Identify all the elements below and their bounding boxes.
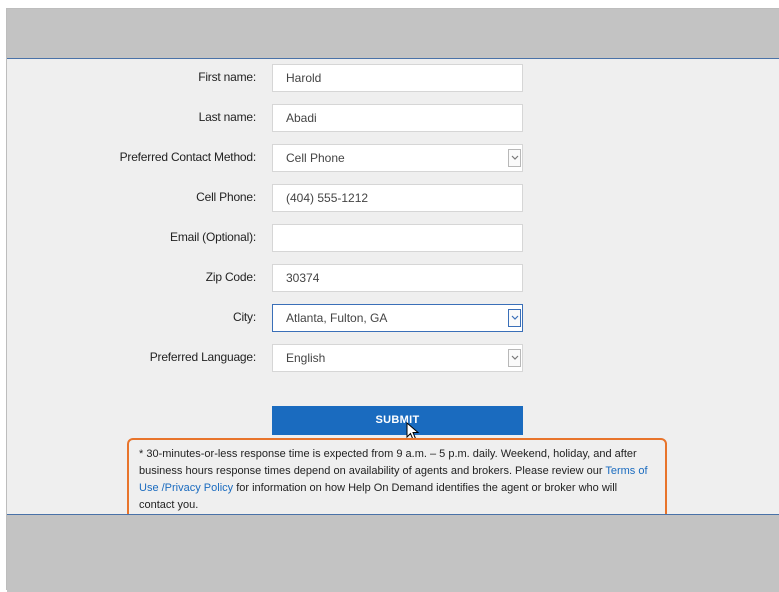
contact-method-value: Cell Phone [286,151,345,165]
cell-phone-row: Cell Phone: (404) 555-1212 [7,184,779,212]
cell-phone-label: Cell Phone: [196,190,256,204]
city-row: City: Atlanta, Fulton, GA [7,304,779,332]
submit-button[interactable]: SUBMIT [272,406,523,435]
city-value: Atlanta, Fulton, GA [286,311,388,325]
language-row: Preferred Language: English [7,344,779,372]
footer-band [7,514,779,592]
city-select[interactable]: Atlanta, Fulton, GA [272,304,523,332]
email-row: Email (Optional): [7,224,779,252]
email-input[interactable] [272,224,523,252]
last-name-input[interactable]: Abadi [272,104,523,132]
city-label: City: [232,310,256,324]
zip-code-label: Zip Code: [205,270,256,284]
last-name-label: Last name: [198,110,257,124]
language-label: Preferred Language: [149,350,256,364]
contact-method-label: Preferred Contact Method: [119,150,257,164]
zip-code-input[interactable]: 30374 [272,264,523,292]
chevron-down-icon[interactable] [508,349,521,367]
zip-code-row: Zip Code: 30374 [7,264,779,292]
email-label: Email (Optional): [170,230,256,244]
chevron-down-icon[interactable] [508,149,521,167]
chevron-down-icon[interactable] [508,309,521,327]
contact-method-select[interactable]: Cell Phone [272,144,523,172]
first-name-row: First name: Harold [7,64,779,92]
page-frame: First name: Harold Last name: Abadi Pref… [6,8,779,592]
first-name-label: First name: [198,70,256,84]
header-band [7,9,779,59]
language-value: English [286,351,326,365]
first-name-input[interactable]: Harold [272,64,523,92]
last-name-row: Last name: Abadi [7,104,779,132]
language-select[interactable]: English [272,344,523,372]
contact-method-row: Preferred Contact Method: Cell Phone [7,144,779,172]
cell-phone-input[interactable]: (404) 555-1212 [272,184,523,212]
response-time-notice: * 30-minutes-or-less response time is ex… [127,438,667,520]
notice-text-before: * 30-minutes-or-less response time is ex… [139,448,637,477]
